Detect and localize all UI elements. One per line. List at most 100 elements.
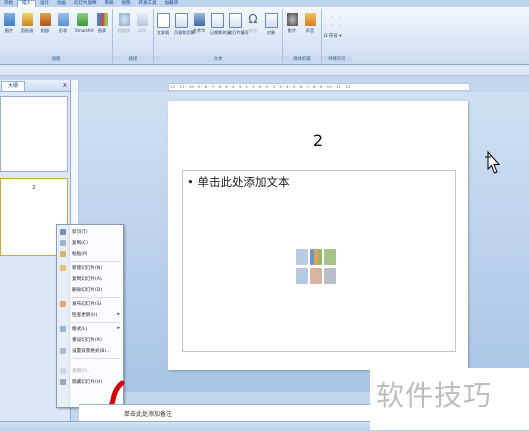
picture-button[interactable]: 图片 [2,13,16,33]
insert-smartart-icon[interactable] [324,249,336,265]
background-icon [60,348,66,354]
menu-item-album: 相册(P)... [57,366,123,376]
menu-item-copy[interactable]: 复制(C) [57,238,123,248]
tab-outline[interactable]: 大纲 [1,81,25,91]
shapes-button[interactable]: 形状 [56,13,70,33]
tab-animations[interactable]: 动画 [53,0,70,7]
insert-table-icon[interactable] [296,249,308,265]
globe-icon [118,13,130,26]
slide[interactable]: 2 • 单击此处添加文本 [168,101,468,370]
textbox-icon [156,13,170,28]
shapes-icon [57,13,69,26]
menu-item-publish-slides[interactable]: 发布幻灯片(S) [57,299,123,309]
symbol-dots: · · · [325,15,343,20]
menu-item-new-slide[interactable]: 新建幻灯片(N) [57,263,123,273]
calendar-icon [210,13,224,28]
paste-icon [60,251,66,257]
group-label-text: 文本 [154,56,282,63]
hide-slide-icon [60,379,66,385]
watermark-text: 软件技巧 [376,379,493,412]
slide-title[interactable]: 2 [168,131,468,150]
layout-icon [60,326,66,332]
content-placeholder[interactable]: • 单击此处添加文本 [182,170,456,352]
slide-number-button[interactable]: 幻灯片编号 [228,13,249,35]
insert-chart-icon[interactable] [310,249,322,265]
speaker-icon [304,13,316,26]
clipart-icon [21,13,33,26]
action-button[interactable]: 动作 [135,13,149,33]
placeholder-text: • 单击此处添加文本 [187,174,289,190]
move-cursor-icon [485,150,500,174]
symbol-dropdown[interactable]: Ω 符号 ▾ [324,33,342,39]
tab-view[interactable]: 视图 [118,0,135,7]
action-icon [136,13,148,26]
group-text: 文本框 页眉和页脚 艺术字 日期和时间 幻灯片编号 Ω 符号 对象 文本 [154,9,283,63]
symbol-dots-2: · · · [325,23,343,28]
insert-content-icons [296,249,338,285]
tab-addins[interactable]: 加载项 [161,0,183,7]
object-icon [264,13,278,28]
scissors-icon [60,229,66,235]
bullet: • [187,175,194,189]
menu-item-check-updates[interactable]: 检查更新(U) ▸ [57,310,123,320]
menu-separator [71,297,121,298]
menu-separator [71,261,121,262]
datetime-button[interactable]: 日期和时间 [210,13,231,35]
clipart-button[interactable]: 剪贴画 [20,13,34,33]
watermark: 软件技巧 [370,368,529,430]
tab-review[interactable]: 审阅 [101,0,118,7]
chart-button[interactable]: 图表 [95,13,109,33]
menu-item-cut[interactable]: 剪切(T) [57,227,123,237]
omega-icon: Ω [248,12,258,26]
symbol-button[interactable]: Ω 符号 [246,12,260,34]
thumbnail-slide-number: 2 [32,185,36,191]
tab-home[interactable]: 开始 [0,0,17,7]
hash-icon [228,13,242,28]
album-button[interactable]: 相册 [38,13,52,33]
tab-developer[interactable]: 开发工具 [135,0,161,7]
album-icon [60,368,66,374]
smartart-button[interactable]: SmartArt [75,13,94,33]
group-label-special-symbols: 特殊符号 [322,56,352,63]
menu-item-duplicate-slide[interactable]: 复制幻灯片(A) [57,274,123,284]
submenu-arrow-icon: ▸ [117,311,120,317]
smartart-icon [76,13,88,26]
menu-item-delete-slide[interactable]: 删除幻灯片(D) [57,285,123,295]
header-footer-button[interactable]: 页眉和页脚 [174,13,195,35]
menu-item-layout[interactable]: 版式(L) ▸ [57,324,123,334]
panel-header: 大纲 x [0,80,70,92]
tab-insert[interactable]: 插入 [17,0,36,7]
insert-clipart-icon[interactable] [310,268,322,284]
quick-format-bar [0,65,529,76]
tab-slideshow[interactable]: 幻灯片放映 [70,0,101,7]
film-icon [286,13,298,26]
menu-item-format-background[interactable]: 设置背景格式(B)... [57,346,123,356]
menu-item-paste[interactable]: 粘贴(P) [57,249,123,259]
tab-design[interactable]: 设计 [36,0,53,7]
chart-icon [96,13,108,26]
wordart-button[interactable]: 艺术字 [192,13,206,33]
insert-picture-icon[interactable] [296,268,308,284]
submenu-arrow-icon: ▸ [117,325,120,331]
group-label-illustrations: 插图 [0,56,112,63]
menu-item-reset-slide[interactable]: 重设幻灯片(R) [57,335,123,345]
group-media: 影片 声音 媒体剪辑 [283,9,322,63]
publish-icon [60,301,66,307]
album-icon [39,13,51,26]
insert-media-icon[interactable] [324,268,336,284]
picture-icon [3,13,15,26]
group-links: 超链接 动作 链接 [113,9,154,63]
header-footer-icon [174,13,188,28]
hyperlink-button[interactable]: 超链接 [117,13,131,33]
close-icon[interactable]: x [63,81,67,89]
sound-button[interactable]: 声音 [303,13,317,33]
movie-button[interactable]: 影片 [285,13,299,33]
ribbon: 图片 剪贴画 相册 形状 SmartArt 图表 插图 超链接 动作 链接 文本… [0,7,529,65]
group-label-media: 媒体剪辑 [283,56,321,63]
ribbon-tabs: 开始 插入 设计 动画 幻灯片放映 审阅 视图 开发工具 加载项 [0,0,529,7]
slide-thumbnail-1[interactable] [0,96,68,172]
wordart-icon [193,13,205,26]
textbox-button[interactable]: 文本框 [156,13,170,35]
object-button[interactable]: 对象 [264,13,278,35]
copy-icon [60,240,66,246]
